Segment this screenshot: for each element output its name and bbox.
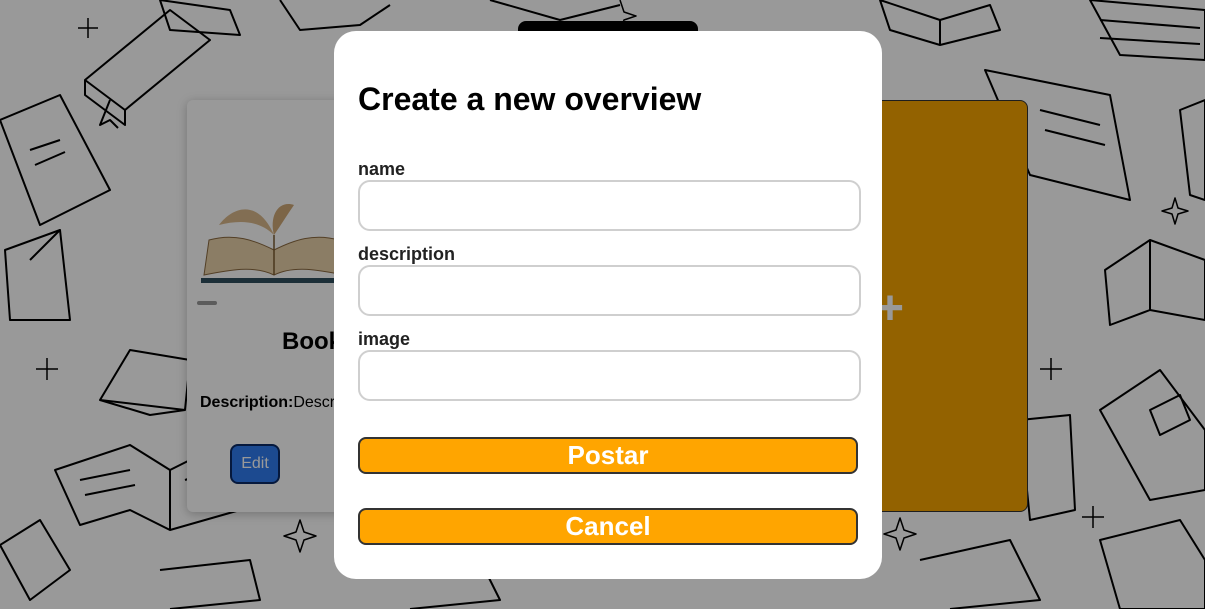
- image-input[interactable]: [358, 350, 861, 401]
- modal-title: Create a new overview: [358, 81, 702, 117]
- name-label: name: [358, 159, 406, 179]
- image-label: image: [358, 329, 411, 349]
- name-input[interactable]: [358, 180, 861, 231]
- create-overview-modal: Create a new overview name description i…: [334, 31, 882, 579]
- description-label: description: [358, 244, 456, 264]
- cancel-button[interactable]: Cancel: [358, 508, 858, 545]
- postar-button[interactable]: Postar: [358, 437, 858, 474]
- description-input[interactable]: [358, 265, 861, 316]
